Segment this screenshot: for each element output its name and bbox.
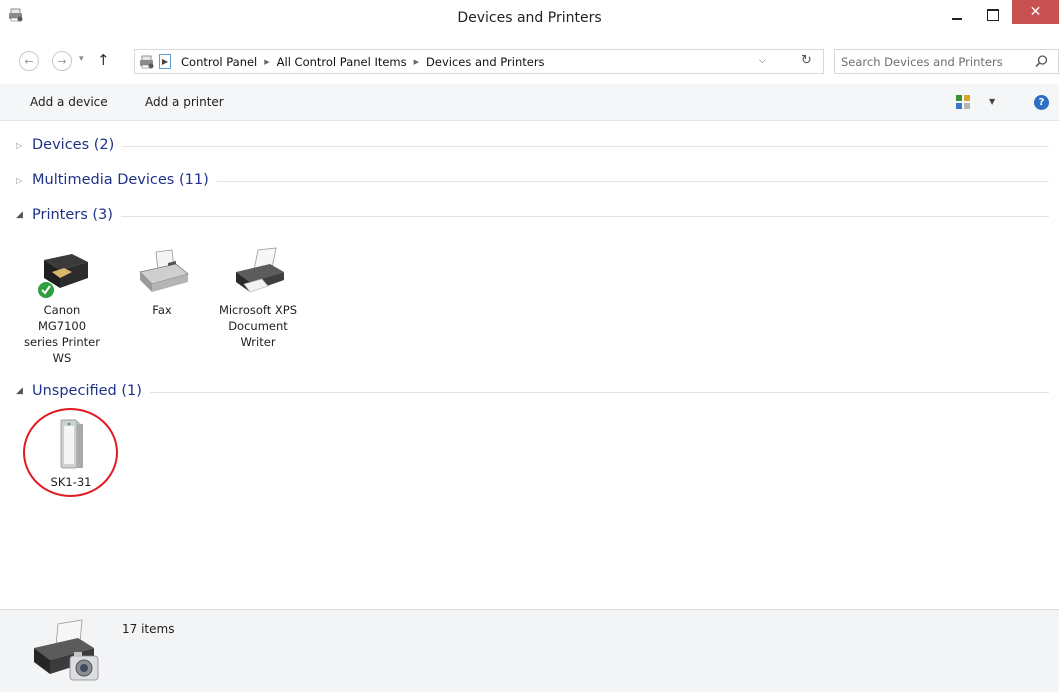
breadcrumb-root-chevron[interactable]: ▶ [159,54,171,69]
search-box[interactable] [834,49,1059,74]
chevron-down-icon: ▼ [989,97,996,106]
back-arrow-icon: ← [24,54,34,68]
device-tile-canon-mg7100[interactable]: Canon MG7100 series Printer WS [24,246,100,366]
group-label: Printers (3) [32,207,113,223]
view-options-dropdown[interactable]: ▼ [989,97,995,106]
breadcrumb-all-control-panel-items[interactable]: All Control Panel Items [277,55,407,69]
chevron-right-icon[interactable]: ▶ [264,58,269,66]
change-view-icon[interactable] [955,94,971,110]
group-divider [149,391,1049,393]
recent-locations-dropdown[interactable]: ▾ [79,54,84,64]
close-icon: ✕ [1029,4,1042,20]
expand-arrow-icon[interactable]: ▷ [16,141,32,150]
help-icon[interactable]: ? [1034,95,1049,110]
highlight-annotation [23,408,118,497]
chevron-down-icon: ⌵ [759,56,766,66]
collapse-arrow-icon[interactable]: ◢ [16,386,32,396]
address-bar[interactable]: ▶ Control Panel ▶ All Control Panel Item… [134,49,824,74]
group-label: Multimedia Devices (11) [32,172,209,188]
printer-icon [236,247,284,293]
group-label: Unspecified (1) [32,383,142,399]
device-label: Canon MG7100 series Printer WS [24,303,100,365]
device-list: ▷ Devices (2) ▷ Multimedia Devices (11) … [0,122,1059,609]
search-icon[interactable] [1034,54,1049,69]
device-tile-fax[interactable]: Fax [128,246,196,318]
refresh-icon: ↻ [801,53,812,68]
group-label: Devices (2) [32,137,115,153]
forward-button[interactable]: → [52,51,72,71]
address-history-dropdown[interactable]: ⌵ [759,56,766,66]
window-title: Devices and Printers [457,10,602,26]
device-tile-microsoft-xps-writer[interactable]: Microsoft XPS Document Writer [216,246,300,350]
group-divider [120,215,1049,217]
close-button[interactable]: ✕ [1012,0,1059,24]
chevron-right-icon: ▶ [161,57,169,66]
forward-arrow-icon: → [57,54,67,68]
up-button[interactable]: ↑ [97,51,110,69]
breadcrumb-devices-and-printers[interactable]: Devices and Printers [426,55,545,69]
devices-printers-location-icon [140,55,154,69]
up-arrow-icon: ↑ [97,51,110,69]
group-multimedia-devices[interactable]: ▷ Multimedia Devices (11) [0,169,1059,191]
fax-icon [139,249,189,292]
group-divider [122,145,1049,147]
address-toolbar: ← → ▾ ↑ ▶ Control Panel ▶ All Control Pa… [0,40,1059,84]
group-devices[interactable]: ▷ Devices (2) [0,134,1059,156]
item-count: 17 items [122,622,175,636]
chevron-right-icon[interactable]: ▶ [414,58,419,66]
refresh-button[interactable]: ↻ [801,53,812,68]
add-printer-button[interactable]: Add a printer [145,95,224,109]
search-input[interactable] [841,54,1021,70]
title-bar: Devices and Printers ✕ [0,0,1059,40]
group-printers[interactable]: ◢ Printers (3) [0,204,1059,226]
expand-arrow-icon[interactable]: ▷ [16,176,32,185]
command-bar: Add a device Add a printer ▼ ? [0,84,1059,121]
device-label: Microsoft XPS Document Writer [218,303,298,349]
minimize-button[interactable] [940,0,974,30]
maximize-button[interactable] [976,0,1010,30]
group-divider [216,180,1049,182]
inkjet-printer-icon [38,254,88,298]
devices-and-printers-icon [34,619,99,681]
add-device-button[interactable]: Add a device [30,95,108,109]
group-unspecified[interactable]: ◢ Unspecified (1) [0,380,1059,402]
details-pane: 17 items [0,609,1059,692]
breadcrumb: Control Panel ▶ All Control Panel Items … [181,55,545,69]
device-label: Fax [152,303,172,317]
breadcrumb-control-panel[interactable]: Control Panel [181,55,257,69]
back-button[interactable]: ← [19,51,39,71]
collapse-arrow-icon[interactable]: ◢ [16,210,32,220]
